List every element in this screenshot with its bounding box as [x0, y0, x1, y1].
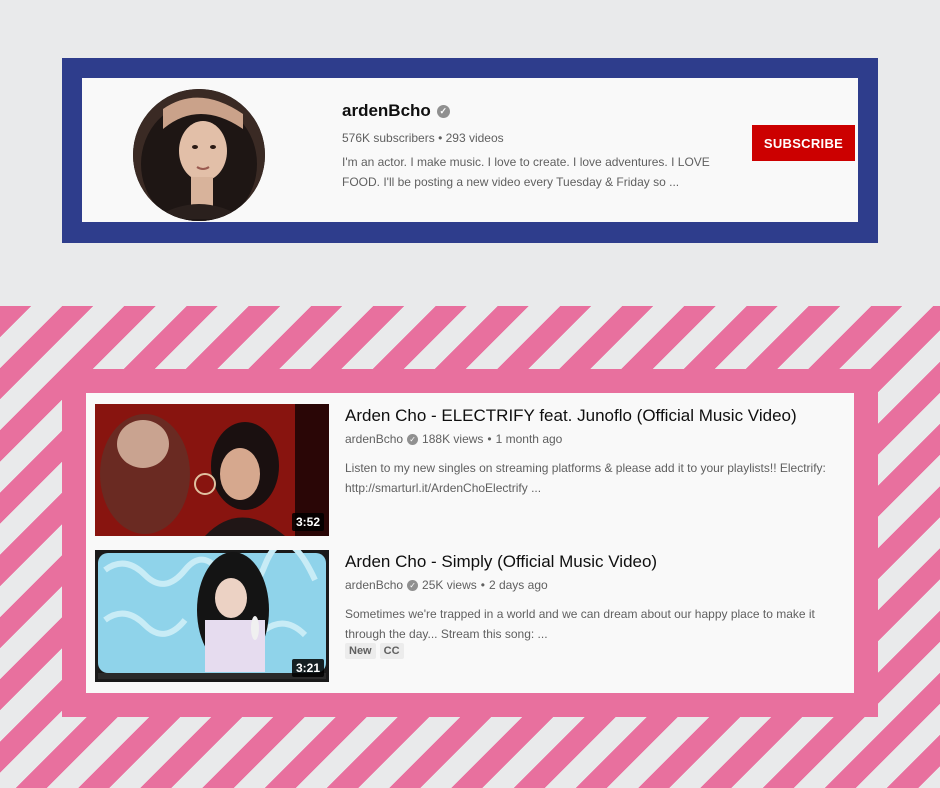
video-views: 188K views: [422, 432, 484, 446]
video-age: 1 month ago: [495, 432, 563, 446]
video-badges: New CC: [345, 643, 404, 659]
channel-description: I'm an actor. I make music. I love to cr…: [342, 152, 742, 192]
video-description: Sometimes we're trapped in a world and w…: [345, 604, 845, 644]
video-title[interactable]: Arden Cho - ELECTRIFY feat. Junoflo (Off…: [345, 406, 845, 426]
verified-icon: ✓: [407, 433, 419, 445]
video-description-line: Listen to my new singles on streaming pl…: [345, 461, 826, 475]
video-item[interactable]: 3:52 Arden Cho - ELECTRIFY feat. Junoflo…: [95, 404, 845, 540]
video-age: 2 days ago: [488, 578, 548, 592]
video-description-line: http://smarturl.it/ArdenChoElectrify ...: [345, 481, 542, 495]
video-channel-name[interactable]: ardenBcho: [345, 432, 403, 446]
video-count: 293 videos: [445, 131, 504, 145]
video-description: Listen to my new singles on streaming pl…: [345, 458, 845, 498]
video-duration: 3:52: [291, 513, 324, 531]
video-duration: 3:21: [291, 659, 324, 677]
video-description-line: Sometimes we're trapped in a world and w…: [345, 607, 815, 621]
video-list: 3:52 Arden Cho - ELECTRIFY feat. Junoflo…: [86, 393, 854, 693]
cc-badge: CC: [379, 643, 404, 659]
video-description-line: through the day... Stream this song: ...: [345, 627, 548, 641]
subscribe-button[interactable]: SUBSCRIBE: [752, 125, 855, 161]
verified-icon: ✓: [407, 579, 419, 591]
video-thumbnail[interactable]: 3:21: [95, 550, 329, 682]
meta-separator: •: [480, 578, 485, 592]
new-badge: New: [345, 643, 376, 659]
channel-frame: ardenBcho ✓ 576K subscribers • 293 video…: [62, 58, 878, 243]
video-title[interactable]: Arden Cho - Simply (Official Music Video…: [345, 552, 845, 572]
video-meta: ardenBcho ✓ 25K views • 2 days ago: [345, 578, 548, 592]
channel-name-text[interactable]: ardenBcho: [342, 101, 431, 121]
channel-description-line: FOOD. I'll be posting a new video every …: [342, 175, 680, 189]
video-item[interactable]: 3:21 Arden Cho - Simply (Official Music …: [95, 550, 845, 686]
channel-stats: 576K subscribers • 293 videos: [342, 131, 504, 145]
channel-card: ardenBcho ✓ 576K subscribers • 293 video…: [82, 78, 858, 222]
video-meta: ardenBcho ✓ 188K views • 1 month ago: [345, 432, 562, 446]
stats-separator: •: [438, 131, 443, 145]
video-views: 25K views: [422, 578, 477, 592]
video-thumbnail[interactable]: 3:52: [95, 404, 329, 536]
video-frame: 3:52 Arden Cho - ELECTRIFY feat. Junoflo…: [62, 369, 878, 717]
meta-separator: •: [487, 432, 492, 446]
channel-description-line: I'm an actor. I make music. I love to cr…: [342, 155, 710, 169]
video-channel-name[interactable]: ardenBcho: [345, 578, 403, 592]
channel-avatar[interactable]: [133, 89, 265, 221]
subscriber-count: 576K subscribers: [342, 131, 435, 145]
channel-name[interactable]: ardenBcho ✓: [342, 101, 450, 121]
verified-icon: ✓: [436, 104, 450, 118]
